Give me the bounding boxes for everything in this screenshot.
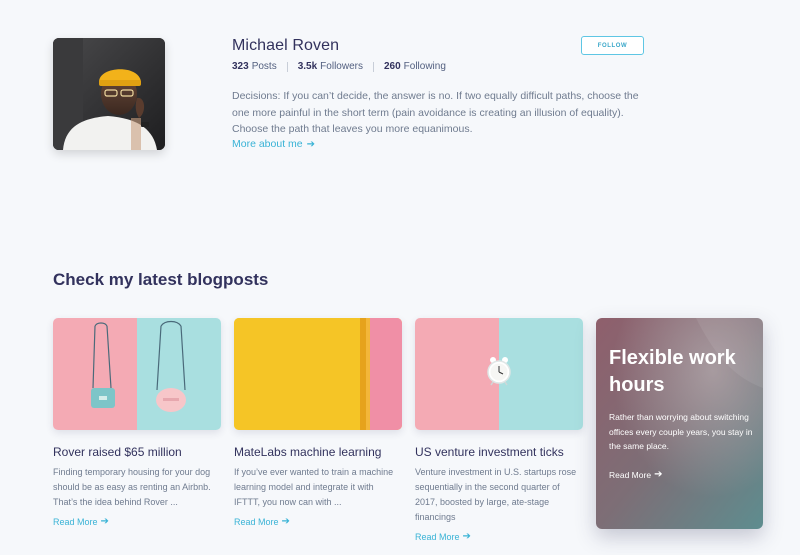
blog-card-image[interactable]: [234, 318, 402, 430]
posts-stat: 323 Posts: [232, 61, 277, 72]
blog-card-rover[interactable]: Rover raised $65 million Finding tempora…: [53, 318, 221, 527]
blog-card-image[interactable]: [415, 318, 583, 430]
profile-avatar: [53, 38, 165, 150]
blog-card-title[interactable]: Rover raised $65 million: [53, 445, 221, 459]
arrow-right-icon: ➔: [462, 531, 471, 542]
blog-card-title[interactable]: MateLabs machine learning: [234, 445, 402, 459]
blog-card-title[interactable]: US venture investment ticks: [415, 445, 583, 459]
read-more-link[interactable]: Read More ➔: [415, 531, 583, 542]
blog-card-image[interactable]: [53, 318, 221, 430]
feature-read-more-link[interactable]: Read More ➔: [609, 469, 662, 480]
arrow-right-icon: ➔: [281, 516, 290, 527]
read-more-link[interactable]: Read More ➔: [53, 516, 221, 527]
follow-button[interactable]: FOLLOW: [581, 36, 644, 55]
stat-divider: [372, 61, 374, 72]
feature-card-text: Rather than worrying about switching off…: [609, 412, 753, 451]
followers-stat[interactable]: 3.5k Followers: [298, 61, 363, 72]
profile-stats: 323 Posts 3.5k Followers 260 Following: [232, 61, 446, 72]
blog-card-excerpt: Venture investment in U.S. startups rose…: [415, 467, 577, 522]
read-more-link[interactable]: Read More ➔: [234, 516, 402, 527]
arrow-right-icon: ➔: [654, 469, 663, 480]
blog-card-venture[interactable]: US venture investment ticks Venture inve…: [415, 318, 583, 542]
feature-card-title[interactable]: Flexible work hours: [609, 345, 759, 399]
blog-card-excerpt: Finding temporary housing for your dog s…: [53, 467, 211, 507]
section-title: Check my latest blogposts: [53, 270, 269, 289]
feature-card-flexible-hours[interactable]: Flexible work hours Rather than worrying…: [596, 318, 763, 529]
profile-name: Michael Roven: [232, 37, 340, 54]
arrow-right-icon: ➔: [100, 516, 109, 527]
blog-card-matelabs[interactable]: MateLabs machine learning If you’ve ever…: [234, 318, 402, 527]
more-about-me-link[interactable]: More about me ➔: [232, 138, 315, 150]
following-stat[interactable]: 260 Following: [384, 61, 446, 72]
stat-divider: [286, 61, 288, 72]
profile-bio: Decisions: If you can’t decide, the answ…: [232, 90, 639, 135]
blog-card-excerpt: If you’ve ever wanted to train a machine…: [234, 467, 394, 507]
arrow-right-icon: ➔: [306, 138, 316, 150]
